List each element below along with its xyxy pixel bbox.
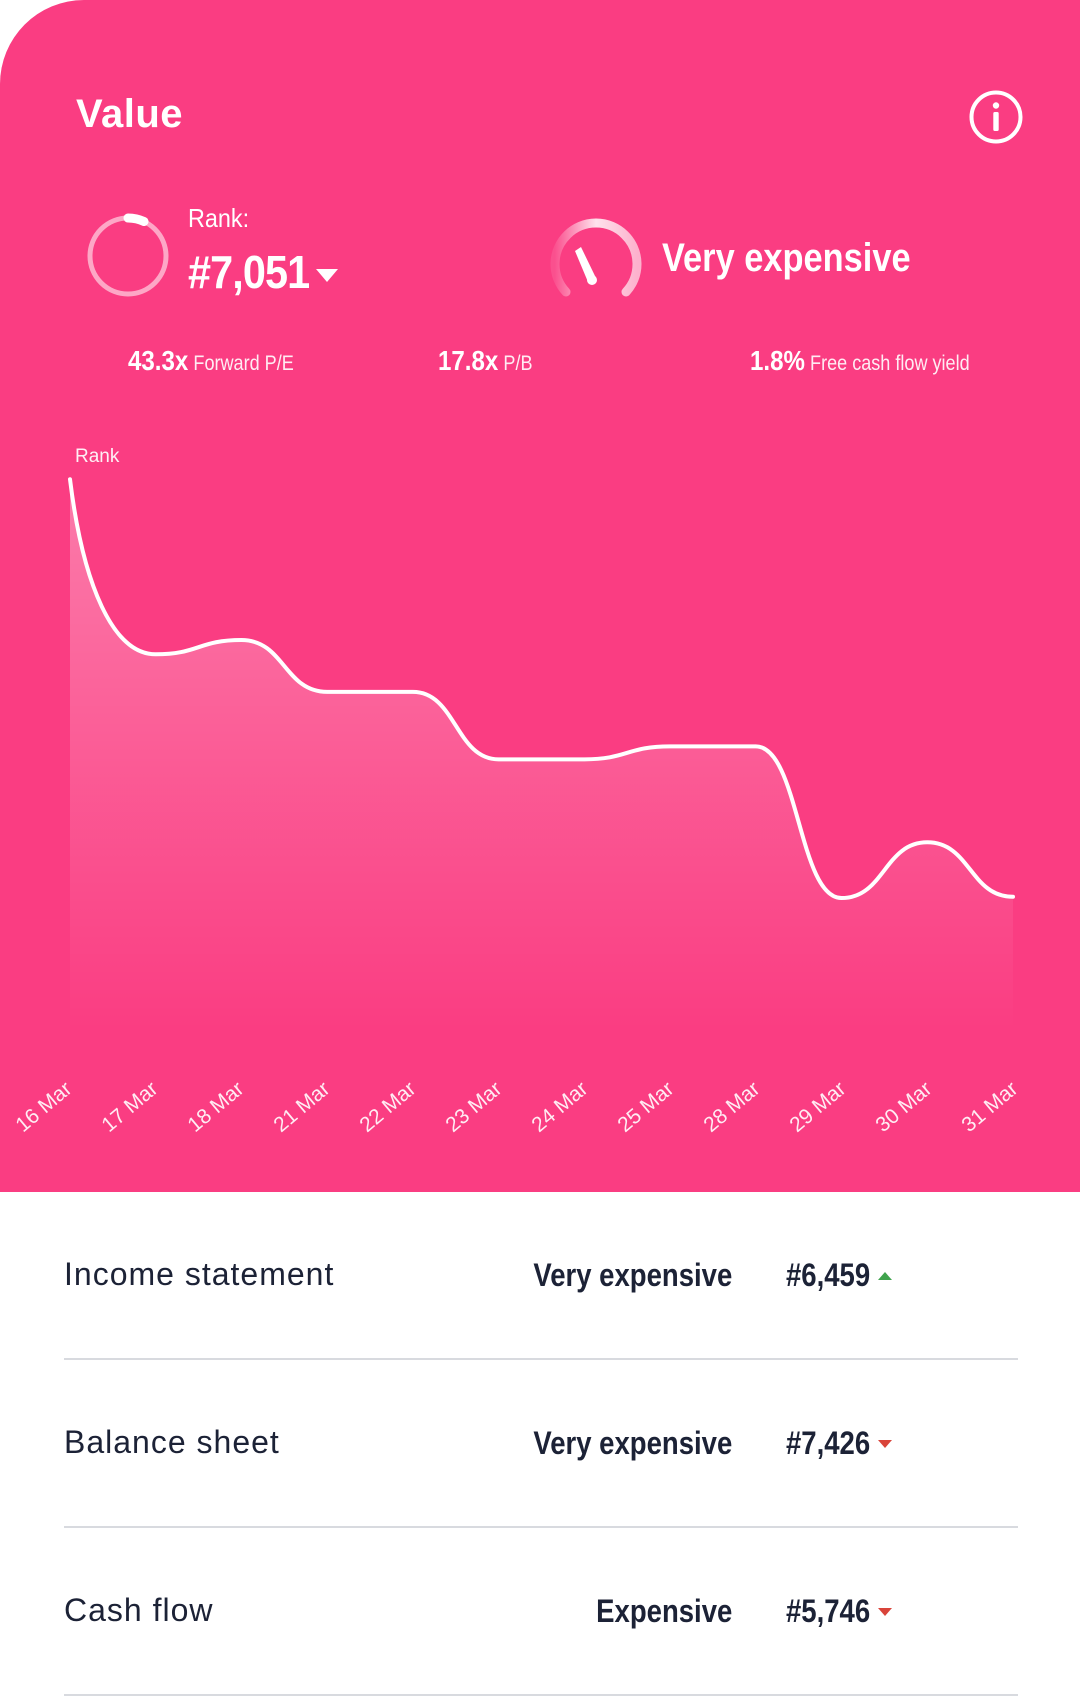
rank-area-chart: 16 Mar 17 Mar 18 Mar 21 Mar 22 Mar 23 Mar 24 M… [11, 477, 1022, 1137]
trend-down-icon [878, 1608, 892, 1616]
row-rank: #7,426 [786, 1425, 871, 1461]
row-verdict: Expensive [595, 1593, 732, 1629]
row-name: Cash flow [64, 1592, 214, 1628]
row-name: Income statement [64, 1256, 335, 1292]
x-tick-label: 25 Mar [613, 1077, 678, 1137]
row-verdict: Very expensive [533, 1425, 732, 1461]
x-tick-label: 21 Mar [269, 1077, 334, 1137]
x-tick-label: 30 Mar [871, 1077, 936, 1137]
x-tick-label: 17 Mar [97, 1077, 162, 1137]
trend-down-icon [878, 1440, 892, 1448]
value-card: Value Rank: #7,051 Very expensive 43.3x F… [0, 0, 1080, 1192]
x-tick-label: 18 Mar [183, 1077, 248, 1137]
x-tick-label: 16 Mar [11, 1077, 76, 1137]
breakdown-row-balance-sheet[interactable]: Balance sheet Very expensive #7,426 [0, 1360, 1080, 1528]
chart-area-fill [70, 479, 1013, 1031]
x-tick-label: 23 Mar [441, 1077, 506, 1137]
row-rank: #5,746 [786, 1593, 871, 1629]
x-tick-label: 31 Mar [957, 1077, 1022, 1137]
row-rank: #6,459 [786, 1257, 871, 1293]
row-verdict: Very expensive [533, 1257, 732, 1293]
x-tick-label: 22 Mar [355, 1077, 420, 1137]
x-tick-label: 24 Mar [527, 1077, 592, 1137]
x-tick-label: 28 Mar [699, 1077, 764, 1137]
x-tick-label: 29 Mar [785, 1077, 850, 1137]
breakdown-row-cash-flow[interactable]: Cash flow Expensive #5,746 [0, 1528, 1080, 1696]
breakdown-list: Income statement Very expensive #6,459 B… [0, 1192, 1080, 1696]
row-name: Balance sheet [64, 1424, 280, 1460]
breakdown-row-income-statement[interactable]: Income statement Very expensive #6,459 [0, 1192, 1080, 1360]
trend-up-icon [878, 1272, 892, 1280]
